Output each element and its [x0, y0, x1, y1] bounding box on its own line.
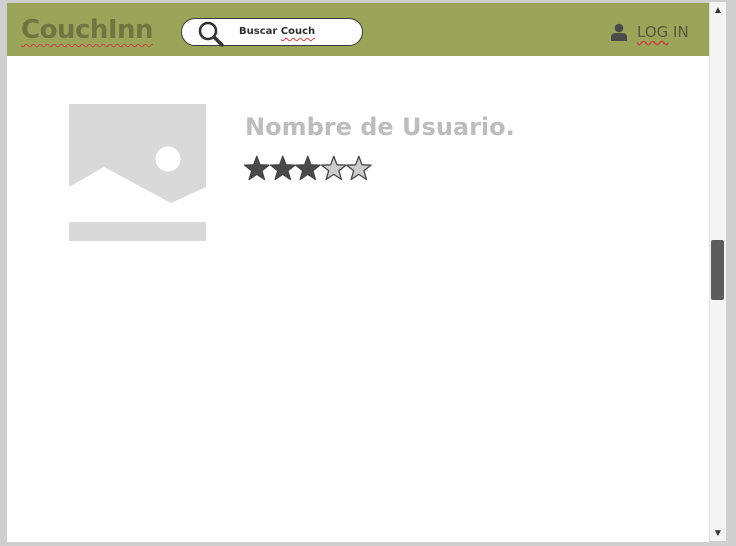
- image-placeholder-icon: [69, 104, 206, 241]
- login-button[interactable]: LOG IN: [611, 22, 689, 42]
- star-filled-icon: [295, 155, 321, 181]
- star-empty-icon: [320, 155, 347, 181]
- rating-stars: [244, 154, 372, 182]
- star-empty-icon: [346, 155, 372, 181]
- username: Nombre de Usuario.: [245, 113, 515, 141]
- login-label: LOG IN: [637, 23, 689, 41]
- vertical-scrollbar[interactable]: ▲ ▼: [709, 2, 726, 541]
- star-filled-icon: [269, 155, 296, 181]
- scroll-thumb[interactable]: [711, 240, 724, 300]
- page-frame: CouchInn Buscar Couch LOG IN Nombre de U…: [7, 3, 709, 542]
- user-icon: [611, 23, 627, 41]
- logo[interactable]: CouchInn: [21, 15, 154, 45]
- scroll-down-arrow[interactable]: ▼: [710, 525, 726, 541]
- star-filled-icon: [244, 155, 270, 181]
- profile-photo: [69, 104, 206, 241]
- top-navbar: CouchInn Buscar Couch LOG IN: [7, 3, 709, 56]
- search-icon[interactable]: [196, 19, 226, 47]
- search-input[interactable]: Buscar Couch: [181, 18, 363, 47]
- scroll-up-arrow[interactable]: ▲: [710, 2, 726, 18]
- search-placeholder: Buscar Couch: [239, 26, 316, 37]
